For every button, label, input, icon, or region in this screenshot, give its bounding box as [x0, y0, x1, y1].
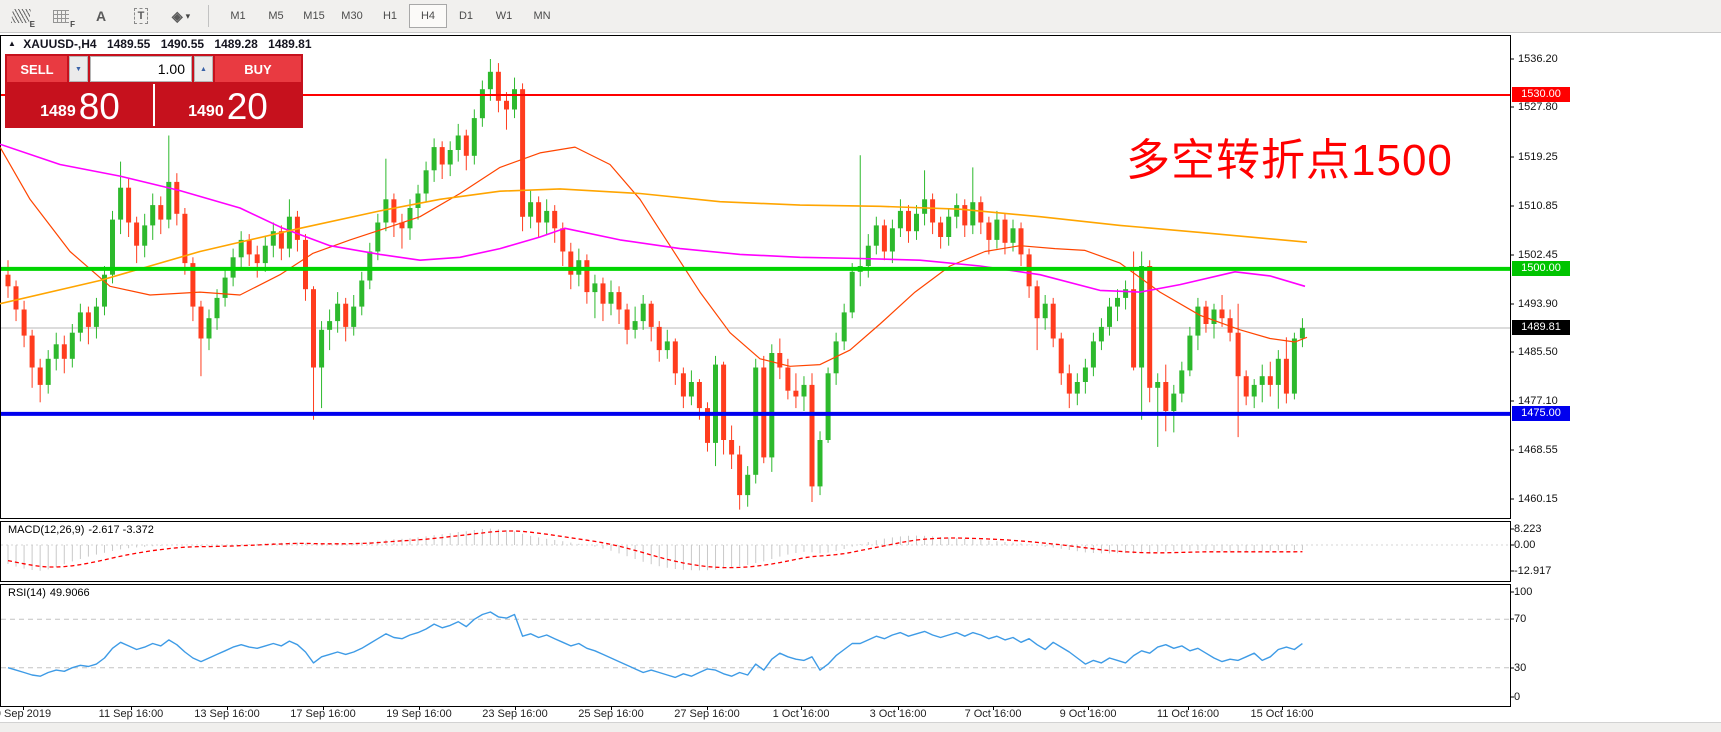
- graphic-objects-tool-icon[interactable]: ◈▾: [168, 5, 194, 27]
- buy-button[interactable]: BUY: [215, 56, 301, 82]
- macd-values: -2.617 -3.372: [88, 524, 153, 536]
- buy-price-display[interactable]: 1490 20: [155, 84, 301, 126]
- timeframe-button-MN[interactable]: MN: [523, 4, 561, 28]
- symbol-header: ▲ XAUUSD-,H4 1489.55 1490.55 1489.28 148…: [8, 37, 312, 51]
- rsi-value: 49.9066: [50, 587, 90, 599]
- timeframe-button-H1[interactable]: H1: [371, 4, 409, 28]
- quote-high: 1490.55: [161, 37, 204, 51]
- buy-price-prefix: 1490: [188, 104, 224, 125]
- timeframe-group: M1M5M15M30H1H4D1W1MN: [219, 4, 561, 28]
- sell-price-prefix: 1489: [40, 104, 76, 125]
- caret-up-icon: ▲: [200, 66, 207, 73]
- elliott-wave-tool-icon[interactable]: E: [8, 5, 34, 27]
- chart-annotation: 多空转折点1500: [1126, 139, 1453, 183]
- rsi-indicator-label: RSI(14) 49.9066: [8, 587, 94, 599]
- top-toolbar: EFAT ◈▾ M1M5M15M30H1H4D1W1MN: [0, 0, 1721, 33]
- volume-input[interactable]: [90, 56, 192, 82]
- macd-indicator-label: MACD(12,26,9) -2.617 -3.372: [8, 524, 158, 536]
- quote-low: 1489.28: [214, 37, 257, 51]
- caret-down-icon: ▼: [75, 66, 82, 73]
- quote-open: 1489.55: [107, 37, 150, 51]
- sell-price-display[interactable]: 1489 80: [7, 84, 153, 126]
- volume-decrease-button[interactable]: ▼: [69, 56, 88, 82]
- timeframe-button-H4[interactable]: H4: [409, 4, 447, 28]
- text-annotation-tool-icon[interactable]: A: [88, 5, 114, 27]
- sell-button[interactable]: SELL: [7, 56, 67, 82]
- timeframe-button-W1[interactable]: W1: [485, 4, 523, 28]
- one-click-trading-panel: SELL ▼ ▲ BUY 1489 80 1490 20: [5, 54, 303, 128]
- quote-close: 1489.81: [268, 37, 311, 51]
- timeframe-button-M1[interactable]: M1: [219, 4, 257, 28]
- text-box-tool-icon[interactable]: T: [128, 5, 154, 27]
- timeframe-button-M5[interactable]: M5: [257, 4, 295, 28]
- sell-price-digits: 80: [79, 88, 120, 125]
- timeframe-button-M15[interactable]: M15: [295, 4, 333, 28]
- timeframe-button-D1[interactable]: D1: [447, 4, 485, 28]
- drawing-tools-group: EFAT ◈▾: [8, 5, 194, 27]
- macd-title: MACD(12,26,9): [8, 524, 84, 536]
- fibonacci-grid-tool-icon[interactable]: F: [48, 5, 74, 27]
- volume-increase-button[interactable]: ▲: [194, 56, 213, 82]
- toolbar-separator: [208, 5, 209, 27]
- collapse-arrow-icon[interactable]: ▲: [8, 39, 16, 48]
- symbol-name: XAUUSD-,H4: [23, 37, 96, 51]
- bottom-scrollbar[interactable]: [0, 722, 1721, 732]
- rsi-title: RSI(14): [8, 587, 46, 599]
- timeframe-button-M30[interactable]: M30: [333, 4, 371, 28]
- buy-price-digits: 20: [227, 88, 268, 125]
